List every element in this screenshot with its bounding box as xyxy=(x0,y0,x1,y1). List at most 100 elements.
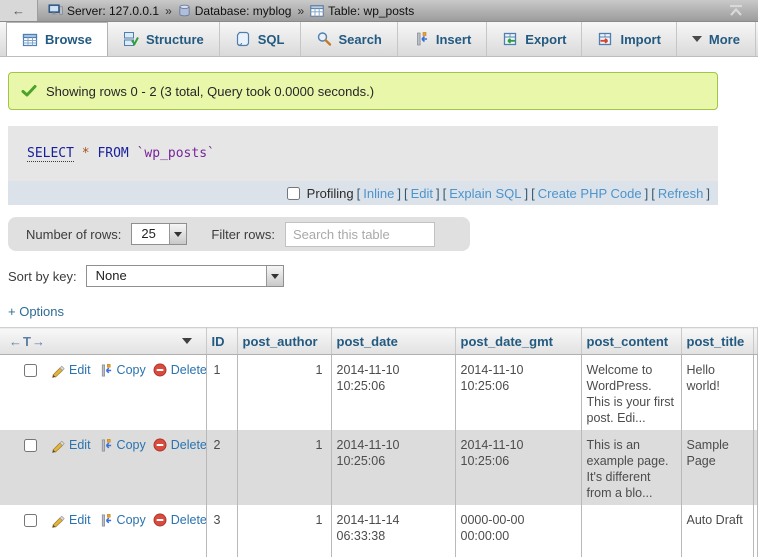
breadcrumb-database[interactable]: Database: myblog xyxy=(178,4,292,18)
back-arrow-icon: ← xyxy=(12,3,25,18)
sql-keyword-select: SELECT xyxy=(27,146,74,162)
column-header-post-content[interactable]: post_content xyxy=(581,328,681,355)
table-row: Edit Copy xyxy=(0,505,758,557)
rows-filter-panel: Number of rows: 25 Filter rows: xyxy=(8,217,470,251)
delete-link[interactable]: Delete xyxy=(153,362,206,378)
profiling-checkbox[interactable] xyxy=(287,187,300,200)
sort-by-key-label: Sort by key: xyxy=(8,269,77,284)
column-reorder-icon[interactable]: ←T→ xyxy=(9,334,46,349)
bracket: ] xyxy=(436,186,440,201)
profiling-label[interactable]: Profiling xyxy=(307,186,354,201)
column-header-post-title[interactable]: post_title xyxy=(681,328,753,355)
tab-insert-label: Insert xyxy=(436,32,471,47)
delete-icon xyxy=(153,363,167,377)
options-toggle-link[interactable]: + Options xyxy=(8,304,64,319)
collapse-up-icon xyxy=(728,4,744,17)
bracket: ] xyxy=(525,186,529,201)
column-header-post-author[interactable]: post_author xyxy=(237,328,331,355)
copy-row-icon xyxy=(98,438,113,453)
row-checkbox[interactable] xyxy=(24,364,37,377)
cell-post-title: Hello world! xyxy=(681,355,753,431)
tab-more-label: More xyxy=(709,32,740,47)
breadcrumb-database-label: Database: myblog xyxy=(195,4,292,18)
success-check-icon xyxy=(21,83,37,99)
cell-post-author: 1 xyxy=(237,505,331,557)
nav-panel-toggle[interactable]: ← xyxy=(0,0,38,21)
column-header-post-date[interactable]: post_date xyxy=(331,328,455,355)
edit-label: Edit xyxy=(69,512,91,528)
delete-link[interactable]: Delete xyxy=(153,512,206,528)
delete-link[interactable]: Delete xyxy=(153,437,206,453)
chevron-down-icon xyxy=(271,274,279,279)
refresh-link[interactable]: Refresh xyxy=(658,186,704,201)
create-php-code-link[interactable]: Create PHP Code xyxy=(538,186,642,201)
column-header-post-date-gmt[interactable]: post_date_gmt xyxy=(455,328,581,355)
breadcrumb-separator: » xyxy=(297,4,304,18)
tab-insert[interactable]: Insert xyxy=(398,22,487,56)
tab-sql[interactable]: SQL xyxy=(220,22,301,56)
row-checkbox[interactable] xyxy=(24,514,37,527)
pencil-icon xyxy=(50,363,65,378)
breadcrumb-table-label: Table: wp_posts xyxy=(328,4,414,18)
search-icon xyxy=(316,31,332,47)
copy-link[interactable]: Copy xyxy=(98,512,146,528)
inline-link[interactable]: Inline xyxy=(363,186,394,201)
column-header-id[interactable]: ID xyxy=(206,328,237,355)
pencil-icon xyxy=(50,513,65,528)
bracket: ] xyxy=(706,186,710,201)
cell-post-author: 1 xyxy=(237,430,331,505)
bracket: [ xyxy=(357,186,361,201)
edit-link[interactable]: Edit xyxy=(50,437,91,453)
filter-rows-label: Filter rows: xyxy=(211,227,275,242)
cell-post-title: Sample Page xyxy=(681,430,753,505)
cell-post-date-gmt: 0000-00-00 00:00:00 xyxy=(455,505,581,557)
explain-sql-link[interactable]: Explain SQL xyxy=(449,186,521,201)
copy-label: Copy xyxy=(117,512,146,528)
tab-browse[interactable]: Browse xyxy=(6,22,108,56)
breadcrumb-server-label: Server: 127.0.0.1 xyxy=(67,4,159,18)
tab-bar: Browse Structure SQL Search Insert xyxy=(0,22,758,57)
sql-tools-bar: Profiling [ Inline ] [ Edit ] [ Explain … xyxy=(8,181,718,205)
import-icon xyxy=(597,31,613,47)
server-icon xyxy=(48,4,63,17)
cell-cut xyxy=(753,505,758,557)
delete-icon xyxy=(153,513,167,527)
cell-id: 3 xyxy=(206,505,237,557)
edit-link[interactable]: Edit xyxy=(50,362,91,378)
filter-rows-input[interactable] xyxy=(285,222,435,247)
copy-label: Copy xyxy=(117,362,146,378)
insert-row-icon xyxy=(413,31,429,47)
select-arrow-button xyxy=(266,266,283,286)
select-arrow-button xyxy=(169,224,186,244)
cell-post-title: Auto Draft xyxy=(681,505,753,557)
bracket: ] xyxy=(645,186,649,201)
tab-search[interactable]: Search xyxy=(301,22,398,56)
breadcrumb-table[interactable]: Table: wp_posts xyxy=(310,4,414,18)
number-of-rows-value: 25 xyxy=(132,224,169,244)
number-of-rows-select[interactable]: 25 xyxy=(131,223,187,245)
row-checkbox[interactable] xyxy=(24,439,37,452)
bracket: [ xyxy=(651,186,655,201)
sql-query-text: SELECT * FROM `wp_posts` xyxy=(8,126,718,181)
copy-link[interactable]: Copy xyxy=(98,437,146,453)
cell-post-content xyxy=(581,505,681,557)
sort-by-key-select[interactable]: None xyxy=(86,265,284,287)
collapse-toolbar-button[interactable] xyxy=(728,4,744,17)
cell-cut xyxy=(753,355,758,431)
cell-post-date: 2014-11-14 06:33:38 xyxy=(331,505,455,557)
edit-sql-link[interactable]: Edit xyxy=(411,186,433,201)
edit-label: Edit xyxy=(69,437,91,453)
cell-id: 2 xyxy=(206,430,237,505)
delete-label: Delete xyxy=(171,512,206,528)
tab-export[interactable]: Export xyxy=(487,22,582,56)
breadcrumb-server[interactable]: Server: 127.0.0.1 xyxy=(48,4,159,18)
tab-more[interactable]: More xyxy=(677,22,756,56)
sql-keyword-from: FROM xyxy=(97,146,128,161)
tab-import[interactable]: Import xyxy=(582,22,676,56)
edit-link[interactable]: Edit xyxy=(50,512,91,528)
copy-link[interactable]: Copy xyxy=(98,362,146,378)
cell-post-date-gmt: 2014-11-10 10:25:06 xyxy=(455,430,581,505)
tab-structure[interactable]: Structure xyxy=(108,22,220,56)
tab-sql-label: SQL xyxy=(258,32,285,47)
actions-dropdown-icon[interactable] xyxy=(182,338,192,344)
